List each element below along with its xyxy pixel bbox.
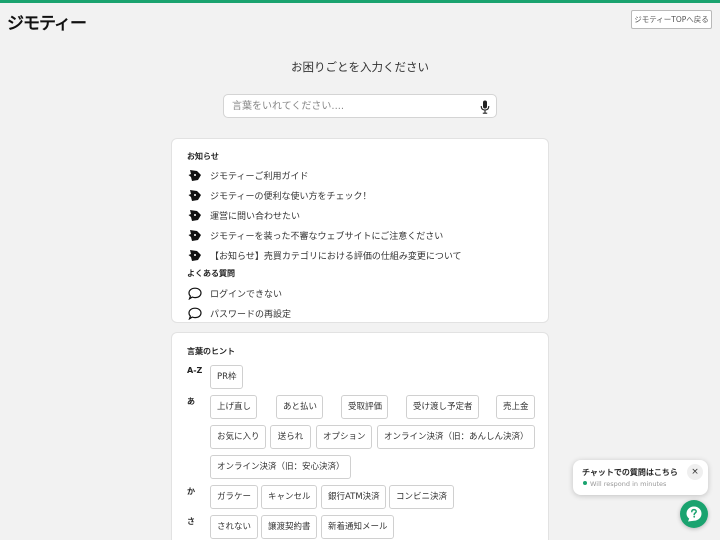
help-chat-button[interactable] [680, 500, 708, 528]
hint-chip[interactable]: 譲渡契約書 [261, 515, 317, 539]
hint-chip[interactable]: コンビニ決済 [389, 485, 454, 509]
back-to-top-link[interactable]: ジモティーTOPへ戻る [631, 10, 712, 29]
notice-item[interactable]: 運営に問い合わせたい [187, 206, 300, 224]
notice-item-label: ジモティーを装った不審なウェブサイトにご注意ください [210, 231, 444, 242]
faq-item-label: パスワードの再設定 [210, 309, 292, 320]
search-input[interactable] [232, 98, 472, 115]
notice-item[interactable]: 【お知らせ】売買カテゴリにおける評価の仕組み変更について [187, 246, 462, 264]
hint-chip[interactable]: 上げ直し [210, 395, 257, 419]
pen-nib-icon [187, 228, 202, 242]
hints-title: 言葉のヒント [187, 347, 235, 356]
hint-chip[interactable]: 新着通知メール [321, 515, 394, 539]
notice-item-label: ジモティーご利用ガイド [210, 171, 309, 182]
top-accent-bar [0, 0, 720, 3]
faq-item[interactable]: ログインできない [187, 284, 282, 302]
search-box[interactable] [223, 94, 497, 118]
hint-chip[interactable]: 受け渡し予定者 [406, 395, 479, 419]
notice-item-label: 【お知らせ】売買カテゴリにおける評価の仕組み変更について [210, 251, 462, 262]
notice-item[interactable]: ジモティーご利用ガイド [187, 166, 308, 184]
notices-title: お知らせ [187, 152, 219, 161]
hint-chip[interactable]: 送られ [270, 425, 311, 449]
hint-chip[interactable]: あと払い [276, 395, 323, 419]
pen-nib-icon [187, 168, 202, 182]
hint-chip[interactable]: お気に入り [210, 425, 266, 449]
hint-chip[interactable]: 売上金 [496, 395, 535, 419]
chat-popup-title: チャットでの質問はこちら [582, 468, 678, 477]
pen-nib-icon [187, 248, 202, 262]
faq-item-label: ログインできない [210, 289, 283, 300]
notice-item-label: 運営に問い合わせたい [210, 211, 301, 222]
pen-nib-icon [187, 188, 202, 202]
faq-item[interactable]: パスワードの再設定 [187, 304, 291, 322]
microphone-icon[interactable] [480, 100, 490, 114]
hint-chip[interactable]: オンライン決済（旧：安心決済） [210, 455, 351, 479]
logo[interactable]: ジモティー [7, 9, 87, 34]
page-title: お困りごとを入力ください [291, 60, 429, 74]
hint-chip[interactable]: PR枠 [210, 365, 243, 389]
chat-popup-status: Will respond in minutes [590, 480, 667, 488]
hint-chip[interactable]: されない [210, 515, 258, 539]
online-status-dot [583, 481, 587, 485]
hint-chip[interactable]: オプション [316, 425, 372, 449]
chat-popup[interactable]: チャットでの質問はこちら Will respond in minutes × [573, 460, 708, 495]
notice-item-label: ジモティーの便利な使い方をチェック！ [210, 191, 372, 202]
pen-nib-icon [187, 208, 202, 222]
faq-title: よくある質問 [187, 269, 235, 278]
hint-chip[interactable]: ガラケー [210, 485, 258, 509]
question-chat-icon [686, 506, 702, 522]
notices-card: お知らせ ジモティーご利用ガイド ジモティーの便利な使い方をチェック！ 運営に問… [171, 138, 549, 323]
speech-bubble-icon [187, 306, 202, 320]
close-icon[interactable]: × [687, 464, 703, 480]
hint-letter-a: あ [187, 397, 195, 406]
hint-letter-az: A-Z [187, 366, 203, 375]
hints-card: 言葉のヒント A-Z PR枠 あ 上げ直し あと払い 受取評価 受け渡し予定者 … [171, 332, 549, 540]
hint-chip[interactable]: オンライン決済（旧：あんしん決済） [377, 425, 535, 449]
notice-item[interactable]: ジモティーを装った不審なウェブサイトにご注意ください [187, 226, 443, 244]
hint-chip[interactable]: 受取評価 [341, 395, 388, 419]
speech-bubble-icon [187, 286, 202, 300]
hint-chip[interactable]: キャンセル [261, 485, 317, 509]
hint-letter-ka: か [187, 487, 195, 496]
hint-chip[interactable]: 銀行ATM決済 [321, 485, 386, 509]
hint-letter-sa: さ [187, 517, 195, 526]
notice-item[interactable]: ジモティーの便利な使い方をチェック！ [187, 186, 371, 204]
